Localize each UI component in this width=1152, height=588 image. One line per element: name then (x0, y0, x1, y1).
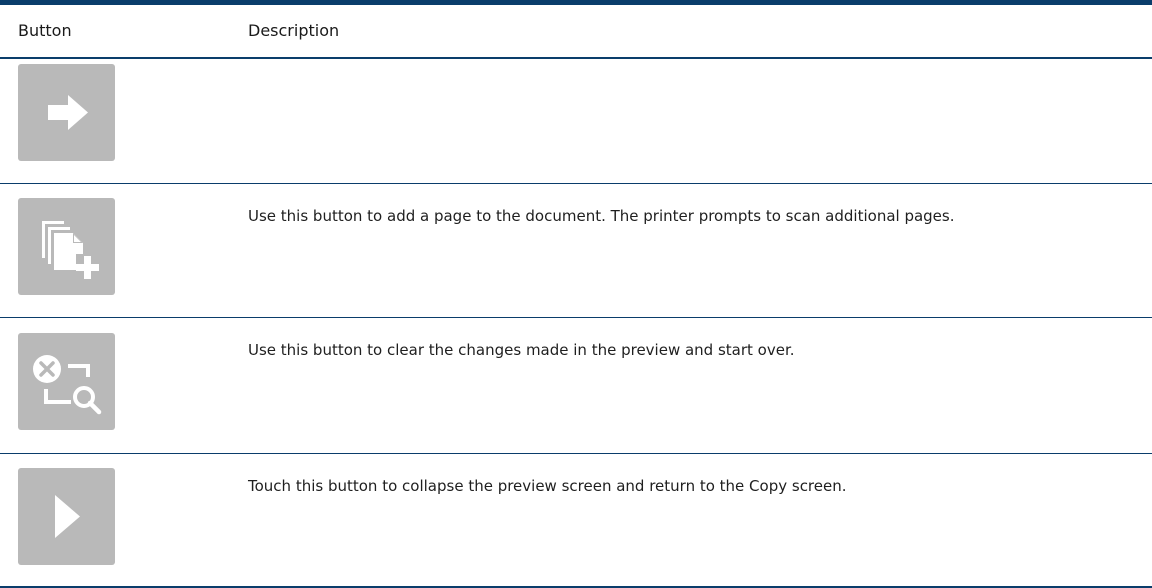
clear-preview-icon (33, 355, 102, 415)
row-description: Touch this button to collapse the previe… (248, 477, 847, 495)
table-row: Touch this button to collapse the previe… (0, 454, 1152, 588)
arrow-right-icon (48, 95, 88, 130)
header-button: Button (18, 21, 72, 40)
table-row: Use this button to add a page to the doc… (0, 184, 1152, 318)
table-row: Use this button to clear the changes mad… (0, 318, 1152, 454)
add-page-button[interactable] (18, 198, 115, 295)
collapse-preview-button[interactable] (18, 468, 115, 565)
clear-preview-button[interactable] (18, 333, 115, 430)
collapse-preview-icon (55, 495, 80, 538)
row-description: Use this button to clear the changes mad… (248, 341, 795, 359)
table-header-row: Button Description (0, 5, 1152, 59)
add-page-icon (42, 221, 101, 279)
header-description: Description (248, 21, 340, 40)
button-description-table: Button Description Use this button to ad… (0, 0, 1152, 588)
next-arrow-button[interactable] (18, 64, 115, 161)
table-row (0, 59, 1152, 184)
row-description: Use this button to add a page to the doc… (248, 207, 955, 225)
